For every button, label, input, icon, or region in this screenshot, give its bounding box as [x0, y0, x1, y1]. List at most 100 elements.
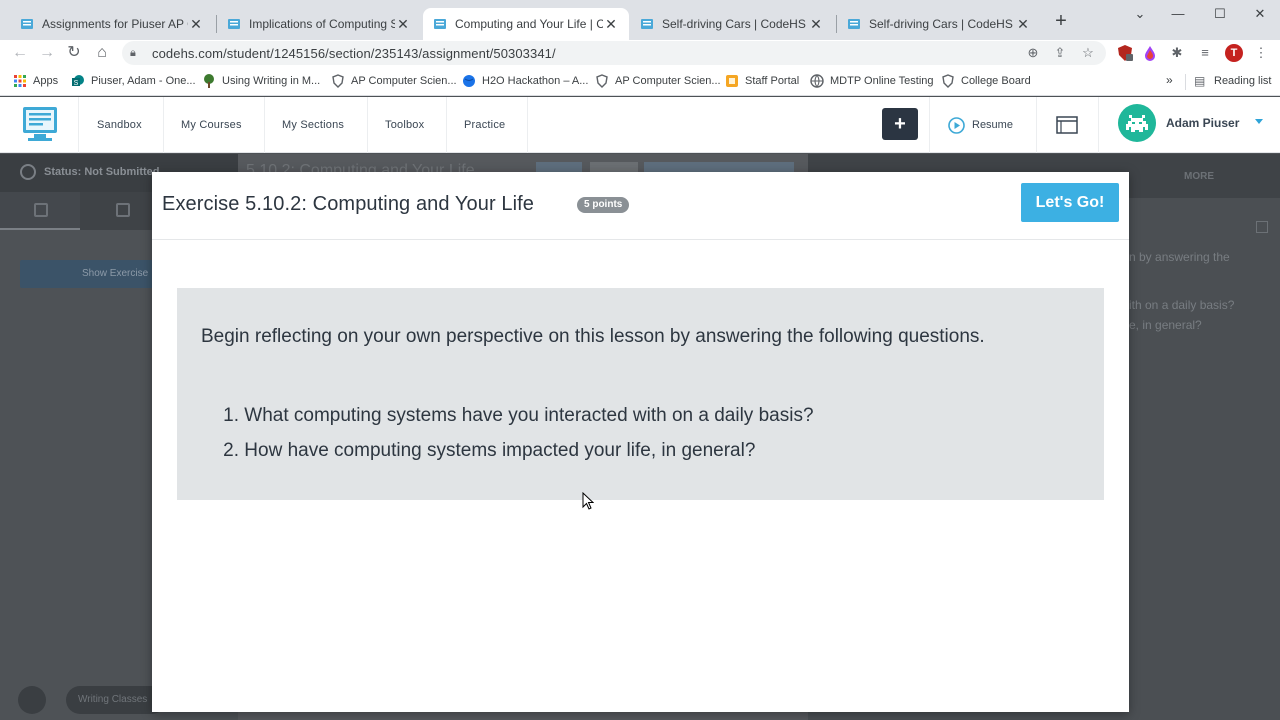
external-link-icon [1256, 221, 1268, 233]
reading-list-label: Reading list [1214, 75, 1272, 87]
forward-arrow-icon[interactable]: → [36, 42, 58, 64]
reading-list[interactable]: ▤ Reading list [1194, 73, 1271, 89]
zoom-icon[interactable]: ⊕ [1024, 44, 1042, 62]
nav-divider [78, 97, 79, 153]
window-maximize-icon[interactable]: ☐ [1207, 4, 1233, 24]
tab-close-icon[interactable]: ✕ [603, 16, 619, 33]
window-minimize-icon[interactable]: — [1165, 4, 1191, 24]
bookmark-item[interactable]: MDTP Online Testing [810, 73, 934, 89]
address-bar[interactable]: 🔒︎ codehs.com/student/1245156/section/23… [122, 41, 1106, 65]
tab-close-icon[interactable]: ✕ [188, 16, 204, 33]
extension-shield-icon[interactable] [1116, 44, 1134, 62]
codehs-header: Sandbox My Courses My Sections Toolbox P… [0, 97, 1280, 153]
lock-icon: 🔒︎ [130, 46, 136, 59]
nav-my-sections[interactable]: My Sections [282, 97, 344, 153]
codehs-favicon-icon [640, 17, 654, 31]
nav-my-courses[interactable]: My Courses [181, 97, 242, 153]
media-queue-icon[interactable]: ≡ [1196, 44, 1214, 62]
new-tab-plus-icon[interactable]: + [1051, 11, 1071, 31]
background-home-icon [18, 686, 46, 714]
browser-tab[interactable]: Self-driving Cars | CodeHS ✕ [630, 8, 834, 40]
window-close-icon[interactable]: ✕ [1247, 4, 1273, 24]
bookmark-item[interactable]: AP Computer Scien... [595, 73, 721, 89]
bookmark-label: Apps [33, 75, 59, 87]
bookmark-item[interactable]: Staff Portal [725, 73, 799, 89]
browser-tab[interactable]: Implications of Computing Syste ✕ [217, 8, 421, 40]
bookmark-apps[interactable]: Apps [13, 73, 58, 89]
bookmark-item[interactable]: S Piuser, Adam - One... [71, 73, 196, 89]
user-avatar[interactable] [1118, 104, 1156, 142]
bookmark-item[interactable]: AP Computer Scien... [331, 73, 457, 89]
bookmark-item[interactable]: Using Writing in M... [202, 73, 320, 89]
play-circle-icon [948, 116, 965, 134]
share-icon[interactable]: ⇪ [1051, 44, 1069, 62]
create-plus-button[interactable]: + [882, 108, 918, 140]
bookmark-label: MDTP Online Testing [830, 75, 934, 87]
background-instructions-text: ith on a daily basis? [1129, 298, 1235, 312]
bookmarks-overflow-chevron[interactable]: » [1166, 73, 1173, 87]
bookmark-label: Using Writing in M... [222, 75, 321, 87]
status-clock-icon [20, 164, 36, 180]
prompt-intro: Begin reflecting on your own perspective… [201, 326, 985, 347]
resume-button[interactable]: Resume [948, 116, 1013, 134]
mouse-cursor-icon [582, 492, 594, 510]
codehs-favicon-icon [847, 17, 861, 31]
points-badge: 5 points [577, 197, 630, 213]
bookmark-item[interactable]: College Board [941, 73, 1031, 89]
bookmark-label: Staff Portal [745, 75, 800, 87]
globe-icon [810, 74, 824, 88]
modal-title: Exercise 5.10.2: Computing and Your Life [162, 193, 535, 215]
nav-divider [367, 97, 368, 153]
background-more-tab: MORE [1184, 171, 1214, 182]
codehs-favicon-icon [20, 17, 34, 31]
browser-toolbar: ← → ↻ ⌂ 🔒︎ codehs.com/student/1245156/se… [0, 40, 1280, 67]
bookmark-item[interactable]: H2O Hackathon – A... [462, 73, 588, 89]
profile-avatar[interactable]: T [1225, 44, 1243, 62]
user-name[interactable]: Adam Piuser [1166, 116, 1239, 130]
question-item: 1. What computing systems have you inter… [215, 398, 813, 433]
window-layout-icon[interactable] [1056, 116, 1078, 134]
background-map-tab [0, 192, 80, 230]
extensions-puzzle-icon[interactable]: ✱ [1168, 44, 1186, 62]
nav-practice[interactable]: Practice [464, 97, 505, 153]
question-text: How have computing systems impacted your… [244, 440, 756, 461]
globe-icon [463, 75, 475, 87]
map-icon [34, 203, 48, 217]
svg-text:S: S [74, 80, 79, 87]
bookmark-label: AP Computer Scien... [351, 75, 457, 87]
browser-tab-active[interactable]: Computing and Your Life | CodeH ✕ [423, 8, 629, 40]
lets-go-button[interactable]: Let's Go! [1021, 183, 1119, 222]
background-calendar-tab [80, 192, 160, 230]
extension-drop-icon[interactable] [1143, 44, 1157, 62]
user-menu-caret-icon[interactable] [1255, 119, 1263, 124]
prompt-box: Begin reflecting on your own perspective… [177, 288, 1104, 500]
address-url: codehs.com/student/1245156/section/23514… [152, 45, 556, 61]
browser-menu-icon[interactable]: ⋮ [1252, 44, 1270, 62]
home-icon[interactable]: ⌂ [91, 42, 113, 64]
question-list: 1. What computing systems have you inter… [215, 398, 814, 468]
bookmark-star-icon[interactable]: ☆ [1079, 44, 1097, 62]
nav-divider [1098, 97, 1099, 153]
question-item: 2. How have computing systems impacted y… [215, 433, 814, 468]
shield-icon [942, 74, 954, 88]
tree-icon [204, 74, 214, 88]
tab-search-chevron-icon[interactable]: ⌄ [1127, 4, 1153, 24]
codehs-logo-icon[interactable] [22, 105, 58, 143]
question-number: 1. [223, 405, 239, 426]
tab-close-icon[interactable]: ✕ [1015, 16, 1031, 33]
tab-title: Implications of Computing Syste [249, 17, 395, 31]
tab-close-icon[interactable]: ✕ [808, 16, 824, 33]
nav-sandbox[interactable]: Sandbox [97, 97, 142, 153]
browser-tab[interactable]: Assignments for Piuser AP Comp ✕ [10, 8, 214, 40]
bookmarks-bar: Apps S Piuser, Adam - One... Using Writi… [0, 67, 1280, 96]
resume-label: Resume [972, 119, 1013, 131]
nav-toolbox[interactable]: Toolbox [385, 97, 424, 153]
browser-tab[interactable]: Self-driving Cars | CodeHS ✕ [837, 8, 1041, 40]
tab-close-icon[interactable]: ✕ [395, 16, 411, 33]
background-status: Status: Not Submitted [20, 164, 160, 180]
calendar-icon [116, 203, 130, 217]
tab-title: Computing and Your Life | CodeH [455, 17, 603, 31]
nav-divider [929, 97, 930, 153]
back-arrow-icon[interactable]: ← [9, 42, 31, 64]
reload-icon[interactable]: ↻ [63, 42, 85, 64]
